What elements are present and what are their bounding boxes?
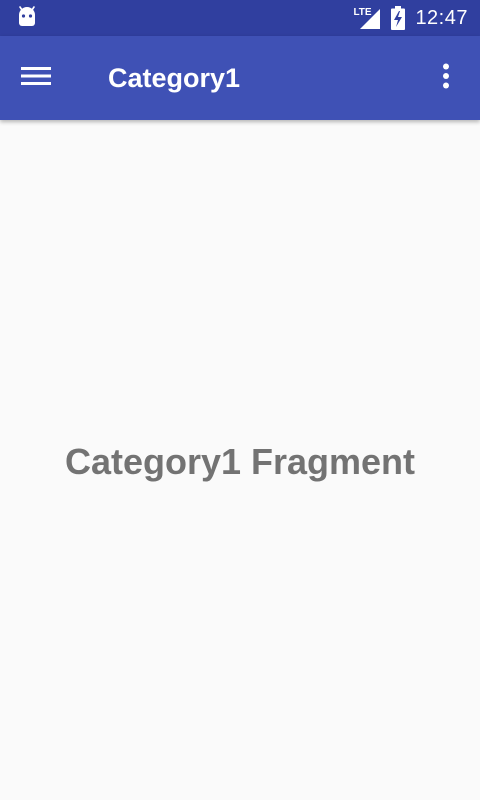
fragment-content: Category1 Fragment bbox=[0, 120, 480, 800]
status-icons: LTE 12:47 bbox=[353, 0, 468, 36]
page-title: Category1 bbox=[108, 63, 241, 93]
battery-charging-icon bbox=[391, 6, 406, 30]
overflow-menu-button[interactable] bbox=[426, 56, 466, 100]
status-time: 12:47 bbox=[415, 6, 468, 29]
navigation-drawer-button[interactable] bbox=[14, 56, 58, 100]
overflow-menu-icon bbox=[442, 63, 450, 94]
status-bar: LTE 12:47 bbox=[0, 0, 480, 36]
lte-signal-icon: LTE bbox=[353, 5, 381, 31]
app-screen: LTE 12:47 Category1 Category1 Fragment bbox=[0, 0, 480, 800]
fragment-message: Category1 Fragment bbox=[64, 440, 416, 482]
hamburger-menu-icon bbox=[21, 65, 51, 92]
android-icon bbox=[16, 6, 38, 28]
app-bar: Category1 bbox=[0, 36, 480, 120]
